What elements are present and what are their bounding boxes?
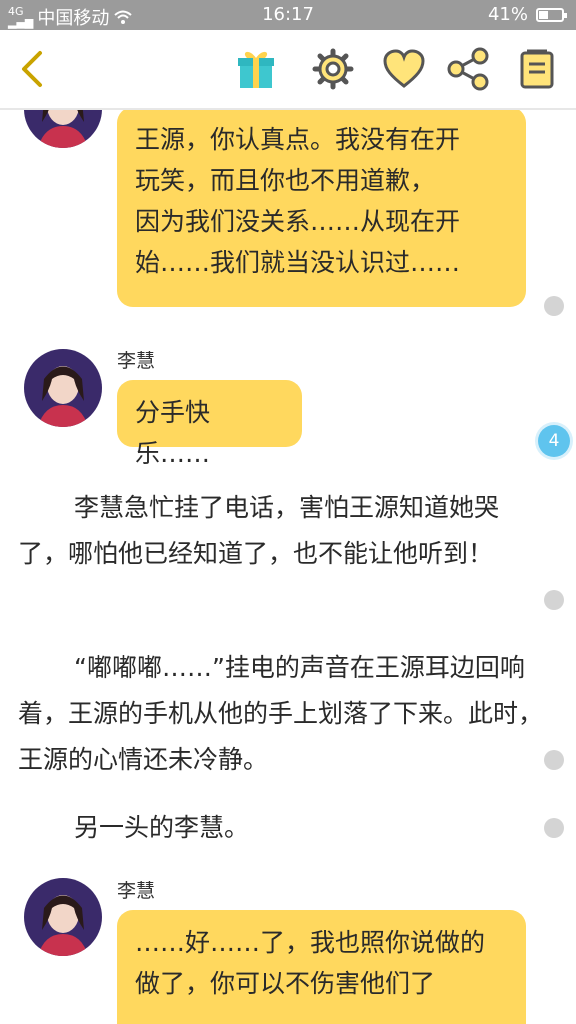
avatar-image: [24, 878, 102, 956]
message-bubble-3[interactable]: ……好……了，我也照你说做的 做了，你可以不伤害他们了: [117, 910, 526, 1024]
avatar[interactable]: [24, 878, 102, 956]
share-icon: [447, 47, 489, 91]
message-line: ……好……了，我也照你说做的: [135, 928, 486, 957]
catalog-button[interactable]: [512, 44, 562, 94]
favorite-button[interactable]: [379, 44, 429, 94]
gift-icon: [238, 51, 274, 88]
sender-name: 李慧: [117, 880, 156, 902]
share-button[interactable]: [443, 44, 493, 94]
comment-dot[interactable]: [544, 818, 564, 838]
avatar-image: [24, 110, 102, 148]
message-line: 分手快乐……: [135, 398, 211, 468]
battery-percent: 41%: [487, 4, 528, 25]
gear-icon: [312, 48, 354, 90]
message-bubble-1[interactable]: 王源，你认真点。我没有在开 玩笑，而且你也不用道歉， 因为我们没关系……从现在开…: [117, 110, 526, 307]
message-line: 玩笑，而且你也不用道歉，: [135, 166, 436, 195]
avatar[interactable]: [24, 349, 102, 427]
settings-button[interactable]: [308, 44, 358, 94]
message-line: 做了，你可以不伤害他们了: [135, 969, 436, 998]
message-bubble-2[interactable]: 分手快乐……: [117, 380, 302, 468]
avatar-image: [24, 349, 102, 427]
battery-icon: [536, 7, 567, 22]
gift-button[interactable]: [231, 44, 281, 94]
toolbar: [0, 30, 576, 110]
narration-paragraph: 李慧急忙挂了电话，害怕王源知道她哭了，哪怕他已经知道了，也不能让他听到！: [18, 493, 500, 568]
status-right: 41%: [487, 4, 567, 25]
narration-paragraph: “嘟嘟嘟……”挂电的声音在王源耳边回响着，王源的手机从他的手上划落了下来。此时，…: [18, 653, 544, 774]
message-line: 始……我们就当没认识过……: [135, 248, 461, 277]
battery-level: [539, 10, 548, 19]
status-bar: 4G ▂▄▆ 中国移动 16:17 41%: [0, 0, 576, 30]
chat-content[interactable]: 王源，你认真点。我没有在开 玩笑，而且你也不用道歉， 因为我们没关系……从现在开…: [0, 110, 576, 1024]
back-button[interactable]: [6, 44, 56, 94]
heart-icon: [383, 49, 425, 88]
message-line: 因为我们没关系……从现在开: [135, 207, 461, 236]
comment-dot[interactable]: [544, 296, 564, 316]
narration-paragraph: 另一头的李慧。: [74, 813, 250, 842]
sender-name: 李慧: [117, 350, 156, 372]
comment-dot[interactable]: [544, 590, 564, 610]
back-arrow-icon: [22, 51, 42, 87]
comment-count-badge[interactable]: 4: [538, 425, 570, 457]
comment-dot[interactable]: [544, 750, 564, 770]
message-line: 王源，你认真点。我没有在开: [135, 125, 461, 154]
avatar[interactable]: [24, 110, 102, 148]
book-icon: [520, 49, 554, 89]
